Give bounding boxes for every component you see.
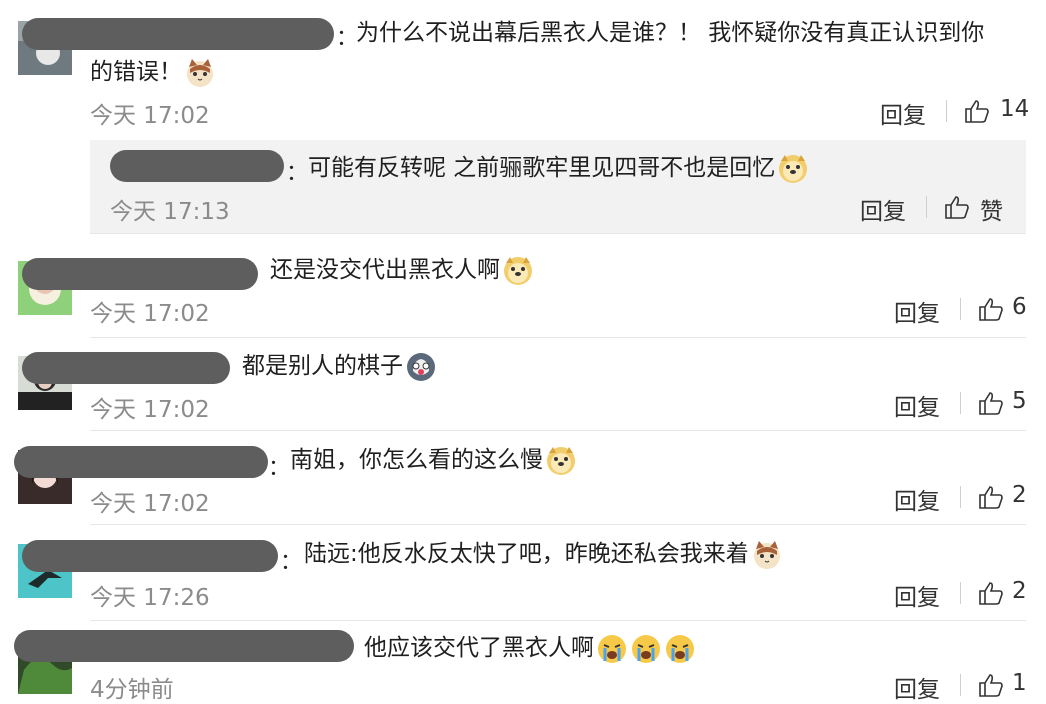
thumbs-up-icon[interactable]: [978, 672, 1004, 698]
timestamp: 今天 17:13: [110, 199, 230, 225]
separator: [960, 674, 961, 696]
reply-button[interactable]: 回复: [860, 192, 906, 226]
redacted-username[interactable]: [22, 258, 258, 290]
reply-button[interactable]: 回复: [894, 670, 940, 704]
doge-face-icon: [777, 153, 809, 185]
cat-face-icon: [184, 57, 216, 89]
like-count: 5: [1012, 388, 1027, 414]
sub-reply-text: 可能有反转呢 之前骊歌牢里见四哥不也是回忆: [308, 150, 809, 186]
reply-button[interactable]: 回复: [880, 96, 926, 130]
reply-button[interactable]: 回复: [894, 388, 940, 422]
comment-text: 为什么不说出幕后黑衣人是谁？！ 我怀疑你没有真正认识到你: [356, 20, 985, 46]
comment-text: 陆远:他反水反太快了吧，昨晚还私会我来着: [304, 536, 783, 572]
like-count: 14: [1000, 96, 1030, 122]
comment-text: 南姐，你怎么看的这么慢: [290, 442, 577, 478]
colon: ：: [268, 456, 291, 481]
redacted-username[interactable]: [22, 18, 334, 50]
doge-face-icon: [502, 255, 534, 287]
colon: ：: [336, 26, 359, 51]
separator: [960, 582, 961, 604]
divider: [90, 337, 1026, 338]
thumbs-up-icon[interactable]: [944, 194, 970, 220]
timestamp: 4分钟前: [90, 677, 174, 703]
redacted-username[interactable]: [14, 446, 268, 478]
crying-face-icon: [664, 633, 696, 665]
comment-text: 他应该交代了黑衣人啊: [364, 630, 696, 666]
thumbs-up-icon[interactable]: [978, 580, 1004, 606]
crying-face-icon: [630, 633, 662, 665]
like-count: 2: [1012, 482, 1027, 508]
cat-face-icon: [751, 539, 783, 571]
redacted-username[interactable]: [14, 630, 354, 662]
redacted-username[interactable]: [22, 540, 278, 572]
timestamp: 今天 17:02: [90, 103, 210, 129]
like-label[interactable]: 赞: [980, 192, 1003, 226]
timestamp: 今天 17:02: [90, 301, 210, 327]
like-count: 2: [1012, 578, 1027, 604]
husky-face-icon: [405, 351, 437, 383]
reply-button[interactable]: 回复: [894, 578, 940, 612]
divider: [90, 430, 1026, 431]
separator: [926, 196, 927, 218]
separator: [960, 486, 961, 508]
thumbs-up-icon[interactable]: [978, 296, 1004, 322]
comment-text: 还是没交代出黑衣人啊: [270, 252, 534, 288]
separator: [946, 100, 947, 122]
crying-face-icon: [596, 633, 628, 665]
reply-button[interactable]: 回复: [894, 294, 940, 328]
doge-face-icon: [545, 445, 577, 477]
like-count: 6: [1012, 294, 1027, 320]
like-count: 1: [1012, 670, 1027, 696]
thumbs-up-icon[interactable]: [978, 390, 1004, 416]
timestamp: 今天 17:26: [90, 585, 210, 611]
colon: ：: [286, 161, 309, 186]
reply-button[interactable]: 回复: [894, 482, 940, 516]
separator: [960, 298, 961, 320]
redacted-username[interactable]: [22, 352, 230, 384]
separator: [960, 392, 961, 414]
divider: [90, 620, 1026, 621]
comment-text: 都是别人的棋子: [242, 348, 437, 384]
divider: [90, 233, 1026, 234]
thumbs-up-icon[interactable]: [964, 98, 990, 124]
thumbs-up-icon[interactable]: [978, 484, 1004, 510]
comment-text-line2: 的错误！: [90, 54, 216, 90]
divider: [90, 524, 1026, 525]
timestamp: 今天 17:02: [90, 491, 210, 517]
colon: ：: [280, 550, 303, 575]
redacted-username[interactable]: [110, 150, 284, 182]
timestamp: 今天 17:02: [90, 397, 210, 423]
